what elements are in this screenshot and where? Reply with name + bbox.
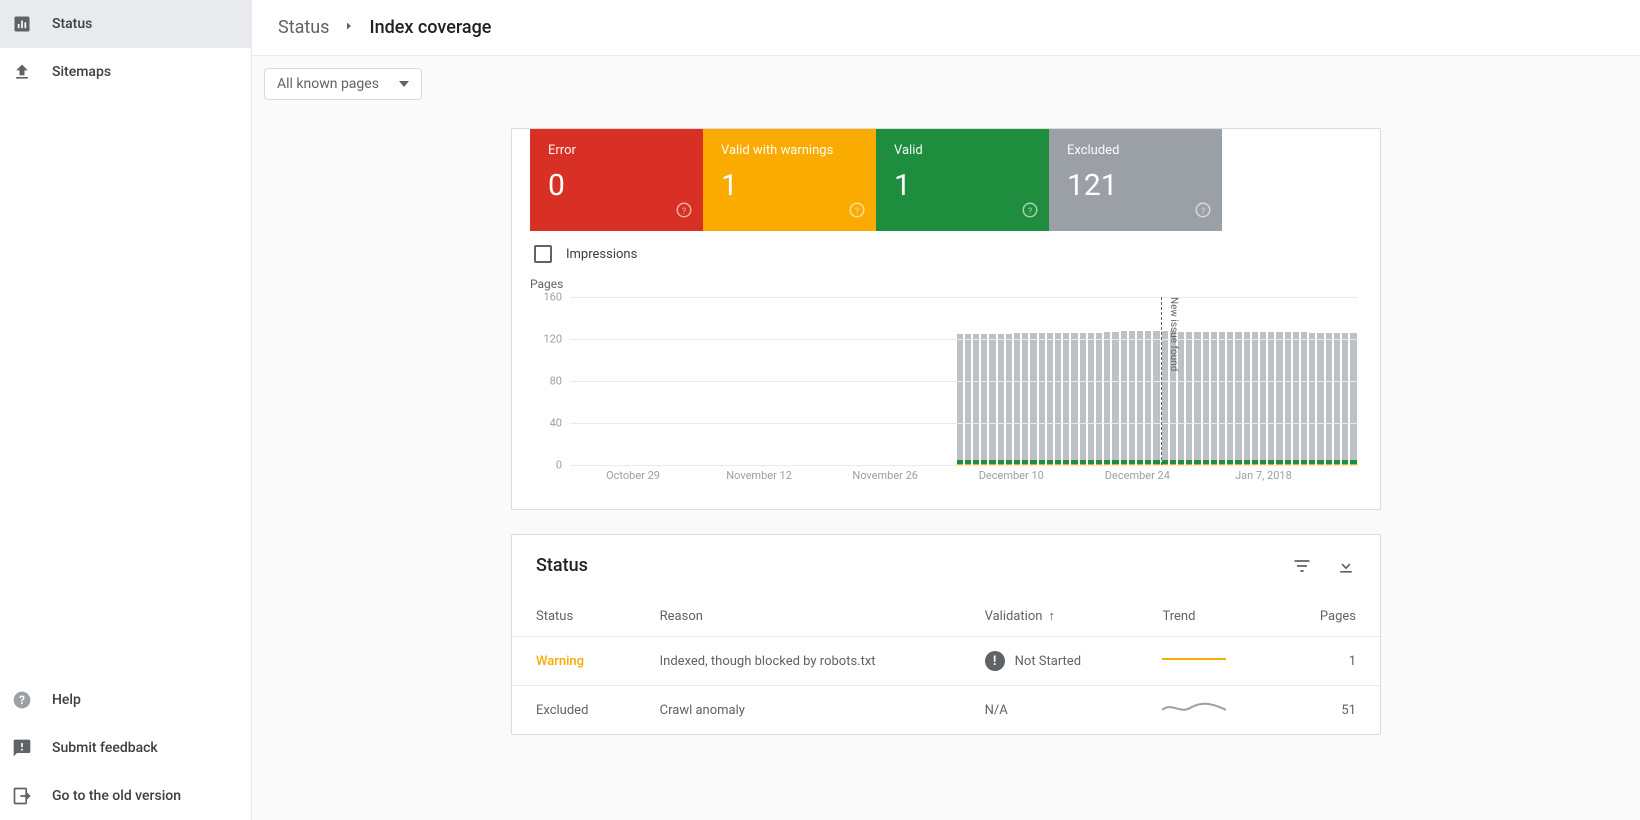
sidebar-item-feedback[interactable]: Submit feedback: [0, 724, 251, 772]
help-icon: ?: [10, 688, 34, 712]
table-row[interactable]: WarningIndexed, though blocked by robots…: [512, 637, 1380, 686]
sort-arrow-up-icon: ↑: [1048, 608, 1055, 624]
download-icon[interactable]: [1336, 556, 1356, 576]
status-table-title: Status: [536, 555, 588, 576]
metric-value: 0: [548, 168, 685, 203]
help-icon[interactable]: ?: [1021, 201, 1039, 223]
metric-excluded[interactable]: Excluded 121 ?: [1049, 129, 1222, 231]
sidebar-item-label: Sitemaps: [52, 64, 111, 80]
sidebar-item-label: Status: [52, 16, 92, 32]
filter-selected: All known pages: [277, 76, 379, 92]
sidebar-item-status[interactable]: Status: [0, 0, 251, 48]
help-icon[interactable]: ?: [848, 201, 866, 223]
metric-value: 121: [1067, 168, 1204, 203]
filter-dropdown[interactable]: All known pages: [264, 68, 422, 100]
help-icon[interactable]: ?: [1194, 201, 1212, 223]
metric-valid[interactable]: Valid 1 ?: [876, 129, 1049, 231]
sidebar-item-label: Go to the old version: [52, 788, 181, 804]
page-title: Index coverage: [369, 17, 491, 38]
status-table: Status Reason Validation↑ Trend Pages Wa…: [512, 586, 1380, 734]
chevron-right-icon: [343, 20, 355, 36]
chart-icon: [10, 12, 34, 36]
metric-label: Excluded: [1067, 143, 1204, 158]
metric-label: Valid: [894, 143, 1031, 158]
col-status[interactable]: Status: [512, 586, 636, 637]
col-reason[interactable]: Reason: [636, 586, 961, 637]
sidebar-item-sitemaps[interactable]: Sitemaps: [0, 48, 251, 96]
metric-error[interactable]: Error 0 ?: [530, 129, 703, 231]
svg-text:?: ?: [1028, 207, 1032, 217]
help-icon[interactable]: ?: [675, 201, 693, 223]
coverage-chart: 04080120160 New issue found October 29No…: [530, 297, 1362, 487]
col-validation[interactable]: Validation↑: [961, 586, 1139, 637]
sidebar-item-label: Help: [52, 692, 81, 708]
exit-icon: [10, 784, 34, 808]
sidebar-item-old-version[interactable]: Go to the old version: [0, 772, 251, 820]
table-row[interactable]: ExcludedCrawl anomalyN/A51: [512, 686, 1380, 735]
col-trend[interactable]: Trend: [1138, 586, 1276, 637]
impressions-checkbox[interactable]: [534, 245, 552, 263]
metric-value: 1: [894, 168, 1031, 203]
col-pages[interactable]: Pages: [1276, 586, 1380, 637]
metric-label: Error: [548, 143, 685, 158]
metric-warnings[interactable]: Valid with warnings 1 ?: [703, 129, 876, 231]
metric-value: 1: [721, 168, 858, 203]
svg-text:?: ?: [1201, 207, 1205, 217]
breadcrumb: Status Index coverage: [252, 0, 1640, 56]
breadcrumb-parent[interactable]: Status: [278, 17, 329, 38]
svg-text:?: ?: [682, 207, 686, 217]
chevron-down-icon: [399, 79, 409, 89]
sidebar-item-help[interactable]: ? Help: [0, 676, 251, 724]
metric-label: Valid with warnings: [721, 143, 858, 158]
filter-icon[interactable]: [1292, 556, 1312, 576]
impressions-label: Impressions: [566, 247, 637, 262]
sidebar-item-label: Submit feedback: [52, 740, 158, 756]
feedback-icon: [10, 736, 34, 760]
svg-text:?: ?: [855, 207, 859, 217]
upload-icon: [10, 60, 34, 84]
chart-ylabel: Pages: [530, 277, 1362, 291]
svg-text:?: ?: [19, 693, 25, 707]
